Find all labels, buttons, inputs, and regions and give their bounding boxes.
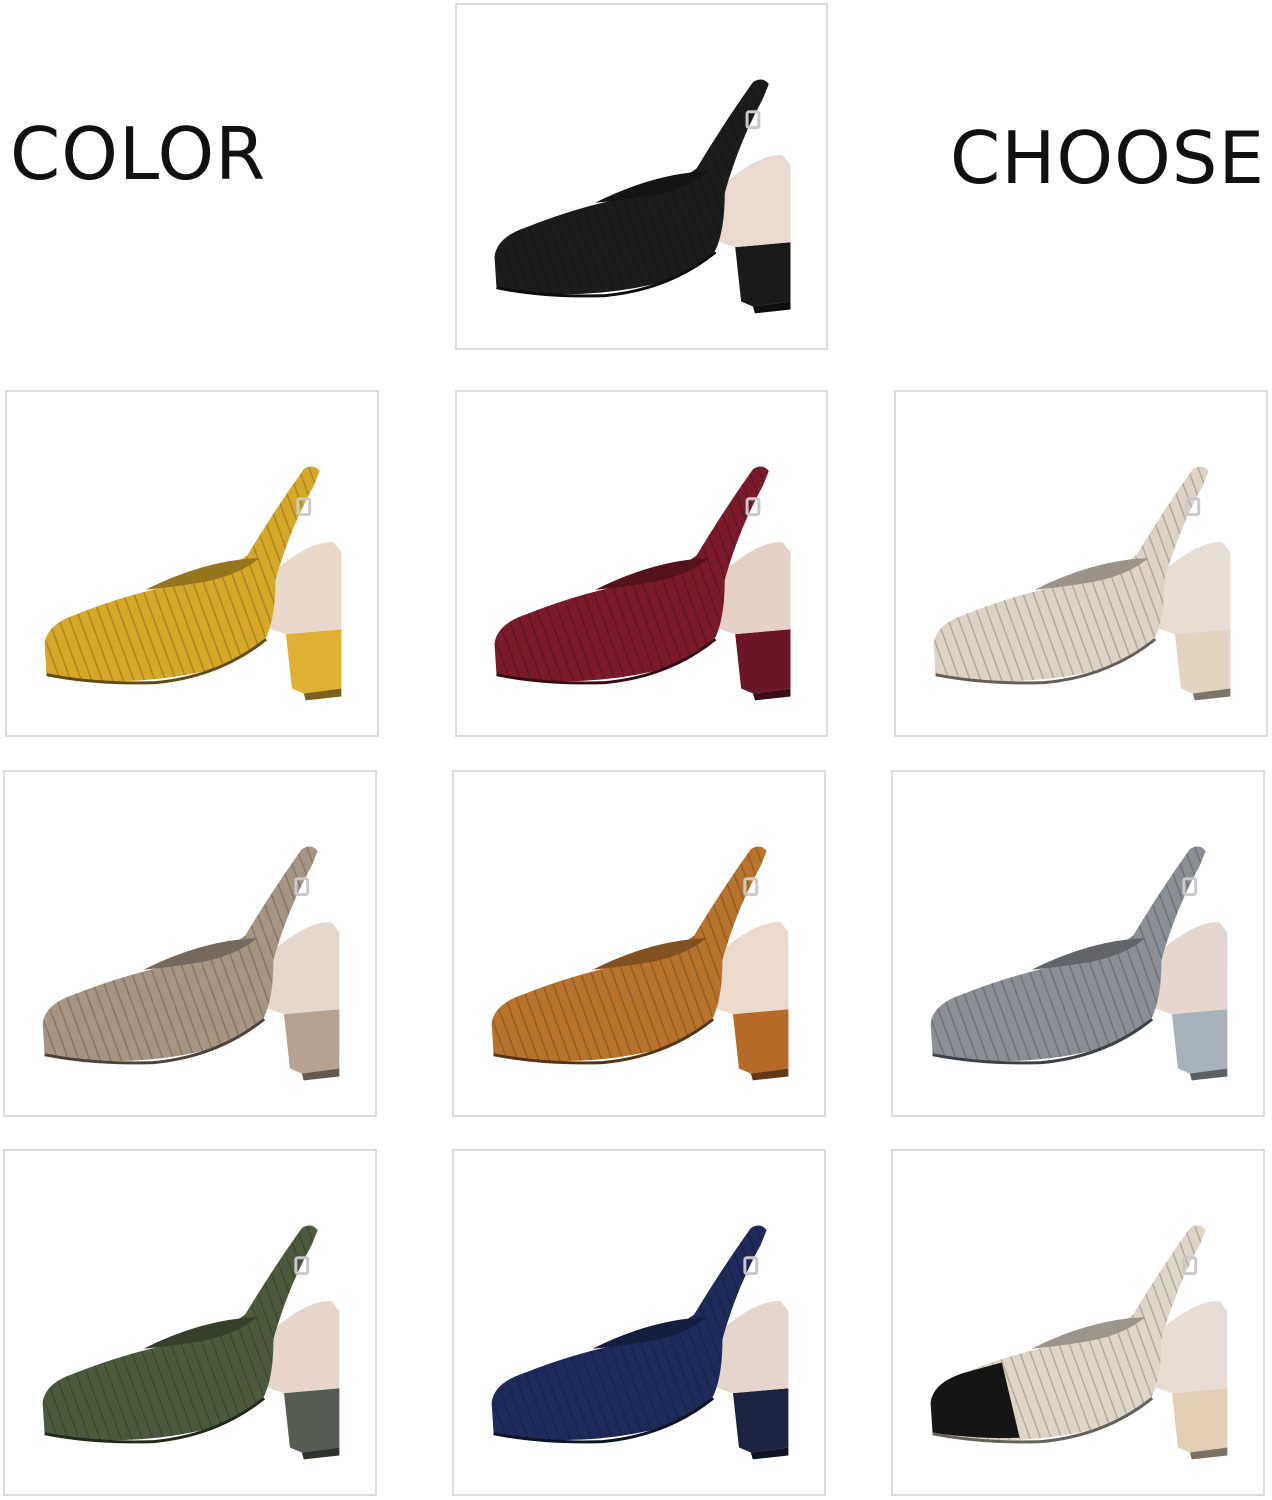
shoe-tile-grey[interactable] <box>891 770 1265 1117</box>
shoe-image <box>933 466 1231 701</box>
shoe-tile-black[interactable] <box>455 3 828 350</box>
shoe-image <box>491 1225 789 1460</box>
color-title: COLOR <box>10 112 267 196</box>
choose-title: CHOOSE <box>950 116 1265 200</box>
shoe-image <box>494 466 791 701</box>
shoe-tile-burgundy[interactable] <box>455 390 828 737</box>
shoe-tile-beige-black-toe[interactable] <box>891 1149 1265 1496</box>
heel <box>1171 1388 1228 1453</box>
shoe-image <box>494 79 791 314</box>
heel <box>1174 629 1231 694</box>
heel <box>1171 1009 1228 1074</box>
shoe-tile-beige[interactable] <box>894 390 1268 737</box>
shoe-tile-yellow[interactable] <box>5 390 379 737</box>
heel <box>732 1388 789 1453</box>
shoe-image <box>44 466 342 701</box>
shoe-image <box>42 846 340 1081</box>
shoe-tile-navy[interactable] <box>452 1149 826 1496</box>
shoe-image <box>930 1225 1228 1460</box>
shoe-image <box>491 846 789 1081</box>
heel <box>283 1388 340 1453</box>
heel <box>735 242 791 307</box>
shoe-tile-olive[interactable] <box>3 1149 377 1496</box>
shoe-tile-taupe[interactable] <box>3 770 377 1117</box>
heel <box>732 1009 789 1074</box>
shoe-tile-camel[interactable] <box>452 770 826 1117</box>
shoe-image <box>930 846 1228 1081</box>
heel <box>285 629 342 694</box>
heel <box>735 629 791 694</box>
heel <box>283 1009 340 1074</box>
shoe-image <box>42 1225 340 1460</box>
